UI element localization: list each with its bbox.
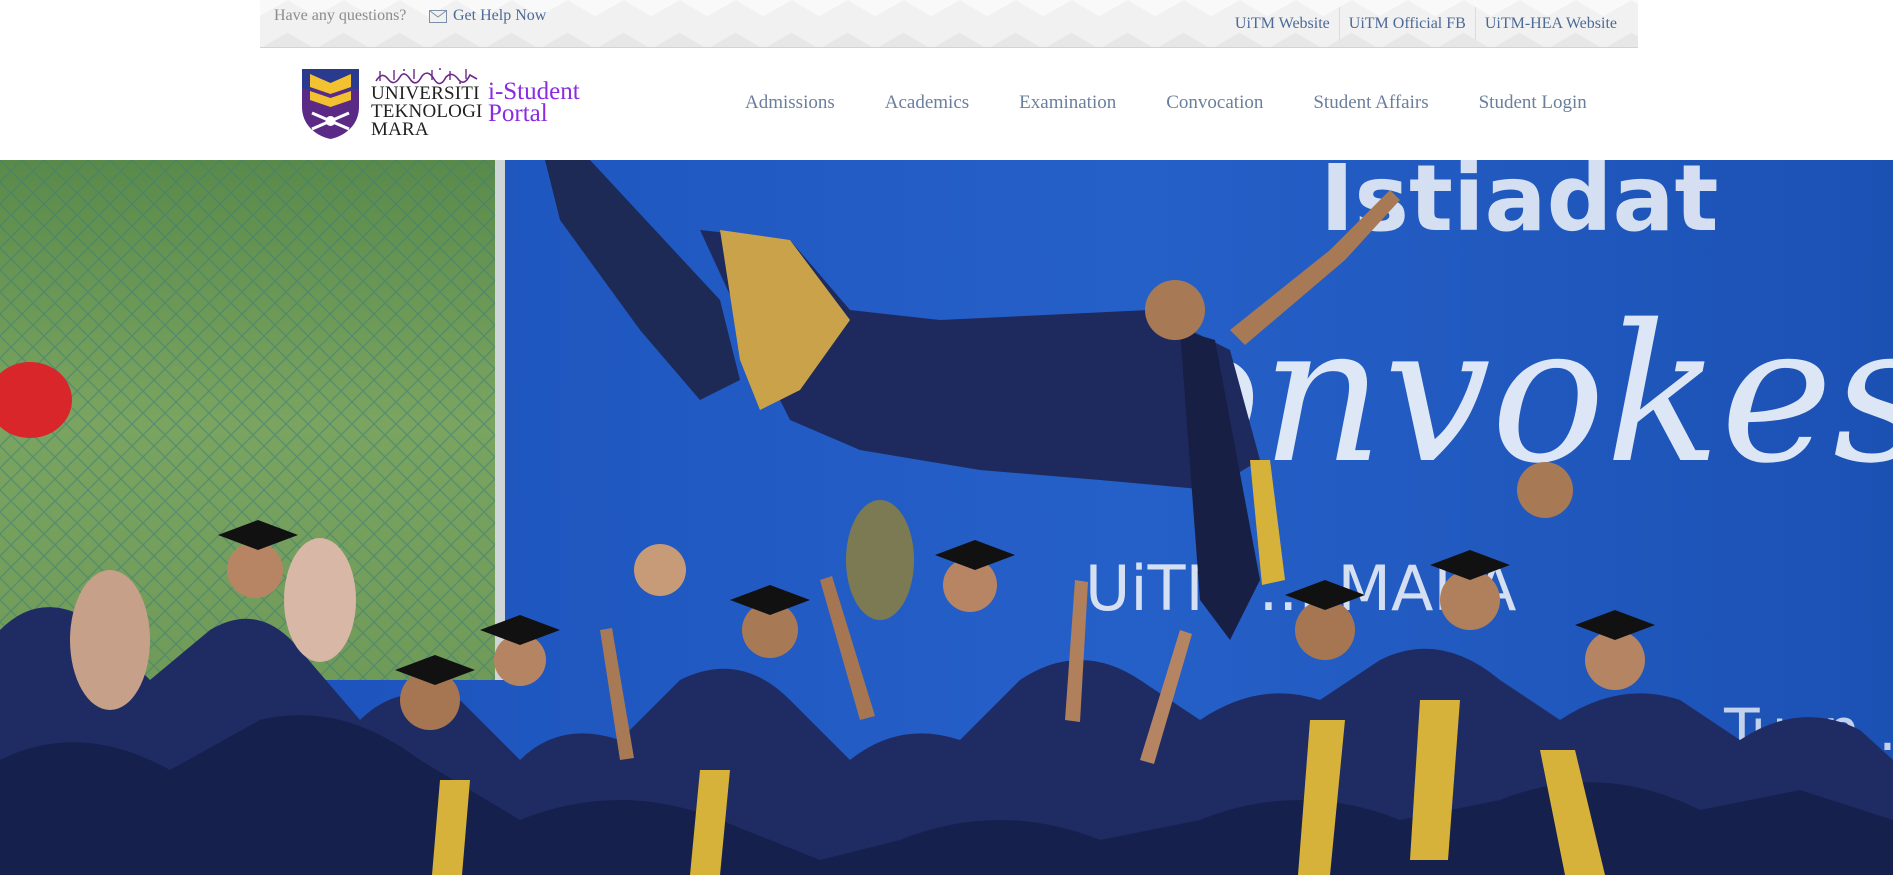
hero-convocation-photo: Istiadat Konvokesyen UiTM ... MARA ...un… <box>0 160 1893 875</box>
uitm-website-link[interactable]: UiTM Website <box>1226 0 1339 47</box>
top-utility-bar: Have any questions? Get Help Now UiTM We… <box>260 0 1638 48</box>
get-help-label: Get Help Now <box>453 7 547 24</box>
get-help-link[interactable]: Get Help Now <box>429 7 546 25</box>
nav-admissions[interactable]: Admissions <box>720 92 860 114</box>
university-name: UNIVERSITI TEKNOLOGI MARA <box>371 84 483 140</box>
portal-name: i-Student Portal <box>488 79 580 127</box>
convocation-illustration: Istiadat Konvokesyen UiTM ... MARA ...un… <box>0 160 1893 875</box>
questions-prompt: Have any questions? <box>274 7 407 24</box>
uitm-official-fb-link[interactable]: UiTM Official FB <box>1340 0 1475 47</box>
nav-student-affairs[interactable]: Student Affairs <box>1288 92 1453 114</box>
portal-line2: Portal <box>488 100 548 127</box>
nav-student-login[interactable]: Student Login <box>1454 92 1612 114</box>
uitm-hea-website-link[interactable]: UiTM-HEA Website <box>1476 0 1626 47</box>
main-nav: Admissions Academics Examination Convoca… <box>720 92 1612 114</box>
envelope-icon <box>429 9 447 23</box>
external-links: UiTM Website UiTM Official FB UiTM-HEA W… <box>1226 0 1626 47</box>
uitm-crest-icon <box>302 69 359 139</box>
university-wordmark: UNIVERSITI TEKNOLOGI MARA <box>371 67 483 141</box>
university-line3: MARA <box>371 119 429 140</box>
site-header: UNIVERSITI TEKNOLOGI MARA i-Student Port… <box>0 48 1893 160</box>
nav-convocation[interactable]: Convocation <box>1141 92 1288 114</box>
site-logo[interactable]: UNIVERSITI TEKNOLOGI MARA i-Student Port… <box>300 67 580 141</box>
nav-examination[interactable]: Examination <box>994 92 1141 114</box>
nav-academics[interactable]: Academics <box>860 92 994 114</box>
